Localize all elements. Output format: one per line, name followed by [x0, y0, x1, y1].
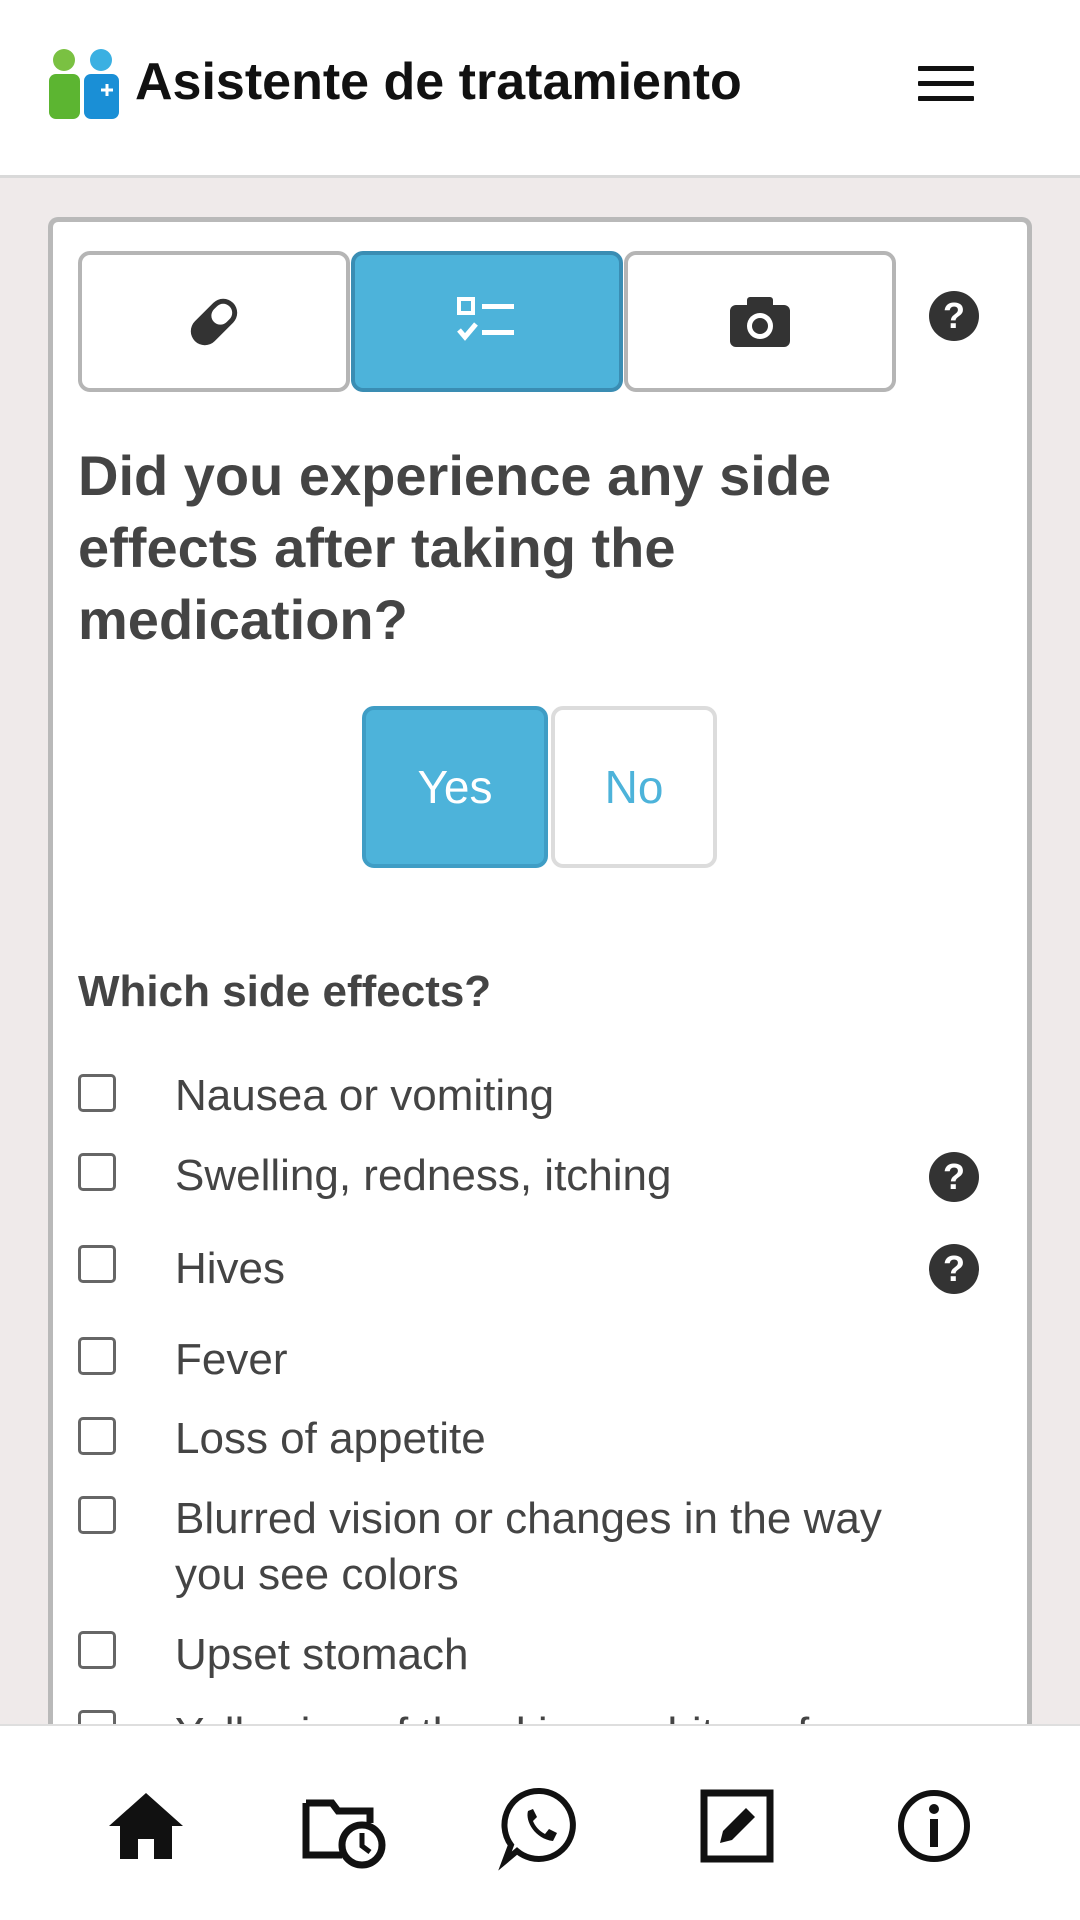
- help-icon[interactable]: ?: [929, 291, 979, 341]
- hamburger-menu-icon[interactable]: [918, 64, 976, 104]
- app-title: Asistente de tratamiento: [135, 53, 742, 111]
- checkbox-fever[interactable]: [78, 1337, 116, 1375]
- checklist-icon: [457, 296, 514, 341]
- no-button[interactable]: No: [551, 706, 717, 868]
- option-label: Blurred vision or changes in the way you…: [175, 1494, 882, 1599]
- tab-medication[interactable]: [78, 251, 350, 392]
- help-icon[interactable]: ?: [929, 1152, 979, 1202]
- calendar-clock-icon[interactable]: [298, 1781, 388, 1871]
- edit-icon[interactable]: [692, 1781, 782, 1871]
- bottom-nav: [0, 1724, 1080, 1920]
- checkbox-appetite[interactable]: [78, 1417, 116, 1455]
- option-label: Upset stomach: [175, 1630, 469, 1679]
- info-icon[interactable]: [889, 1781, 979, 1871]
- yes-button[interactable]: Yes: [362, 706, 548, 868]
- help-icon[interactable]: ?: [929, 1244, 979, 1294]
- option-label: Hives: [175, 1244, 286, 1293]
- app-header: Asistente de tratamiento: [0, 0, 1080, 178]
- checkbox-swelling[interactable]: [78, 1153, 116, 1191]
- people-plus-icon: [49, 49, 119, 119]
- question-text: Did you experience any side effects afte…: [78, 444, 832, 651]
- checkbox-stomach[interactable]: [78, 1631, 116, 1669]
- side-effects-heading: Which side effects?: [78, 967, 492, 1016]
- checkbox-vision[interactable]: [78, 1496, 116, 1534]
- tab-camera[interactable]: [624, 251, 896, 392]
- option-label: Nausea or vomiting: [175, 1071, 555, 1120]
- checkbox-nausea[interactable]: [78, 1074, 116, 1112]
- whatsapp-icon[interactable]: [495, 1781, 585, 1871]
- tab-questionnaire[interactable]: [351, 251, 623, 392]
- checkbox-hives[interactable]: [78, 1245, 116, 1283]
- camera-icon: [730, 296, 790, 347]
- option-label: Loss of appetite: [175, 1414, 486, 1463]
- option-label: Swelling, redness, itching: [175, 1151, 672, 1200]
- option-label: Fever: [175, 1335, 288, 1384]
- pill-icon: [190, 298, 238, 345]
- home-icon[interactable]: [101, 1781, 191, 1871]
